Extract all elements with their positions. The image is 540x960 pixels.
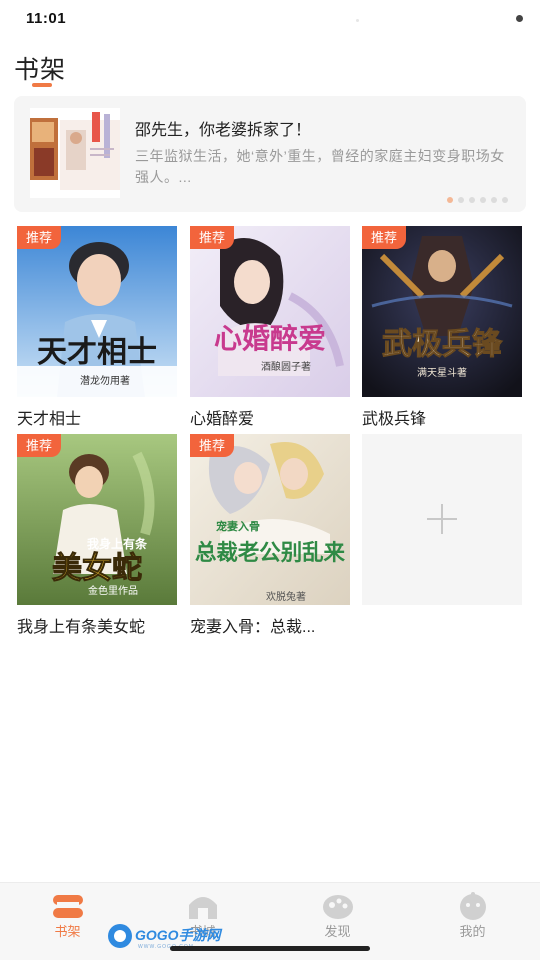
recommend-badge: 推荐 bbox=[190, 226, 235, 249]
book-item[interactable]: 武极兵锋 满天星斗著 推荐 武极兵锋 bbox=[362, 226, 522, 429]
recommend-badge: 推荐 bbox=[17, 434, 62, 457]
cover-title-text: 天才相士 bbox=[37, 335, 157, 370]
cover-subtitle-text: 宠妻入骨 bbox=[216, 519, 260, 533]
camera-dot-icon bbox=[516, 15, 523, 22]
recommend-badge: 推荐 bbox=[17, 226, 62, 249]
profile-icon bbox=[460, 892, 486, 920]
plus-icon bbox=[441, 504, 443, 534]
cover-author-text: 金色里作品 bbox=[88, 584, 138, 597]
page-header: 书架 bbox=[14, 50, 67, 87]
book-title[interactable]: 心婚醉爱 bbox=[190, 405, 350, 429]
banner-pagination bbox=[447, 197, 508, 203]
pagination-dot[interactable] bbox=[447, 197, 453, 203]
cover-title-text: 武极兵锋 bbox=[382, 327, 503, 362]
cover-title-text: 总裁老公别乱来 bbox=[195, 540, 346, 566]
book-title[interactable]: 宠妻入骨：总裁... bbox=[190, 613, 350, 637]
bookstore-icon bbox=[189, 897, 217, 919]
book-cover[interactable]: 心婚醉爱 酒酿圆子著 推荐 bbox=[190, 226, 350, 397]
featured-banner[interactable]: 邵先生，你老婆拆家了！ 三年监狱生活，她‘意外’重生，曾经的家庭主妇变身职场女强… bbox=[14, 96, 526, 212]
pagination-dot[interactable] bbox=[480, 197, 486, 203]
cover-author-text: 欢脱兔著 bbox=[266, 590, 306, 603]
add-book-button[interactable] bbox=[362, 434, 522, 605]
book-title[interactable]: 武极兵锋 bbox=[362, 405, 522, 429]
banner-book-cover[interactable] bbox=[30, 108, 120, 198]
tab-label: 我的 bbox=[459, 924, 486, 939]
tab-profile[interactable]: 我的 bbox=[405, 883, 540, 960]
book-title[interactable]: 天才相士 bbox=[17, 405, 177, 429]
banner-book-description: 三年监狱生活，她‘意外’重生，曾经的家庭主妇变身职场女强人。... bbox=[135, 148, 505, 185]
book-item[interactable]: 天才相士 潜龙勿用著 推荐 天才相士 bbox=[17, 226, 177, 429]
recommend-badge: 推荐 bbox=[190, 434, 235, 457]
pagination-dot[interactable] bbox=[458, 197, 464, 203]
cover-subtitle-text: 我身上有条 bbox=[87, 536, 148, 551]
banner-book-title[interactable]: 邵先生，你老婆拆家了！ bbox=[135, 116, 311, 140]
book-cover[interactable]: 武极兵锋 满天星斗著 推荐 bbox=[362, 226, 522, 397]
pagination-dot[interactable] bbox=[502, 197, 508, 203]
book-item[interactable]: 我身上有条 美女蛇 金色里作品 推荐 我身上有条美女蛇 bbox=[17, 434, 177, 637]
book-item[interactable]: 宠妻入骨 总裁老公别乱来 欢脱兔著 推荐 宠妻入骨：总裁... bbox=[190, 434, 350, 637]
status-indicator-dot bbox=[356, 19, 359, 22]
discover-icon bbox=[323, 895, 353, 919]
book-item[interactable]: 心婚醉爱 酒酿圆子著 推荐 心婚醉爱 bbox=[190, 226, 350, 429]
pagination-dot[interactable] bbox=[469, 197, 475, 203]
book-cover[interactable]: 宠妻入骨 总裁老公别乱来 欢脱兔著 推荐 bbox=[190, 434, 350, 605]
recommend-badge: 推荐 bbox=[362, 226, 407, 249]
cover-title-text: 心婚醉爱 bbox=[214, 322, 326, 355]
cover-author-text: 酒酿圆子著 bbox=[261, 360, 311, 373]
page-title: 书架 bbox=[14, 56, 67, 84]
cover-title-text: 美女蛇 bbox=[52, 551, 142, 586]
home-indicator[interactable] bbox=[170, 946, 370, 951]
title-underline bbox=[32, 83, 52, 87]
bookshelf-icon bbox=[53, 895, 83, 918]
cover-author-text: 满天星斗著 bbox=[417, 366, 467, 379]
status-bar: 11:01 bbox=[0, 0, 540, 36]
status-time: 11:01 bbox=[26, 10, 67, 27]
book-title[interactable]: 我身上有条美女蛇 bbox=[17, 613, 177, 637]
tab-label: 发现 bbox=[324, 924, 351, 939]
book-cover[interactable]: 我身上有条 美女蛇 金色里作品 推荐 bbox=[17, 434, 177, 605]
watermark-circle-icon bbox=[108, 924, 132, 948]
pagination-dot[interactable] bbox=[491, 197, 497, 203]
book-cover[interactable]: 天才相士 潜龙勿用著 推荐 bbox=[17, 226, 177, 397]
watermark-text: GOGO手游网 bbox=[135, 927, 221, 943]
cover-author-text: 潜龙勿用著 bbox=[80, 374, 130, 387]
